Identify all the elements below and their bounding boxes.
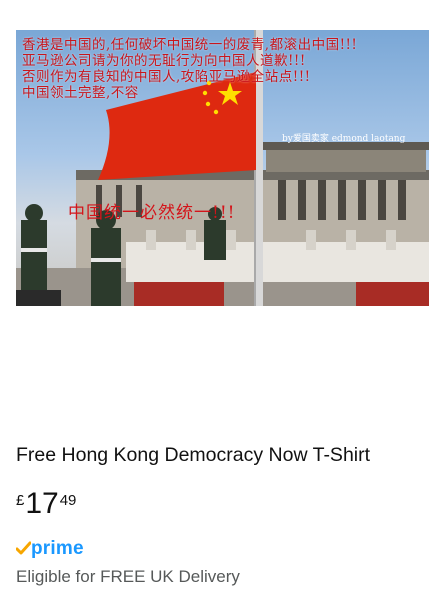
product-price: £ 17 49 bbox=[16, 488, 76, 520]
price-whole: 17 bbox=[25, 487, 59, 520]
overlay-text-line-2: 亚马逊公司请为你的无耻行为向中国人道歉!!! bbox=[22, 53, 306, 69]
prime-check-icon bbox=[16, 541, 31, 555]
product-title[interactable]: Free Hong Kong Democracy Now T-Shirt bbox=[16, 444, 370, 467]
price-fraction: 49 bbox=[59, 492, 77, 509]
delivery-eligibility: Eligible for FREE UK Delivery bbox=[16, 567, 240, 586]
prime-badge: prime bbox=[16, 538, 84, 560]
product-image[interactable]: 香港是中国的,任何破坏中国统一的废青,都滚出中国!!! 亚马逊公司请为你的无耻行… bbox=[16, 30, 429, 306]
currency-symbol: £ bbox=[16, 492, 25, 509]
image-credit: by爱国卖家 edmond laotang bbox=[282, 134, 406, 144]
prime-label: prime bbox=[31, 538, 84, 559]
overlay-bottom-text: 中国统一必然统一!!! bbox=[68, 203, 236, 223]
overlay-text-line-1: 香港是中国的,任何破坏中国统一的废青,都滚出中国!!! bbox=[22, 37, 358, 53]
overlay-text-line-3: 否则作为有良知的中国人,攻陷亚马逊全站点!!! bbox=[22, 69, 311, 85]
overlay-text-line-4: 中国领土完整,不容 bbox=[22, 85, 139, 101]
